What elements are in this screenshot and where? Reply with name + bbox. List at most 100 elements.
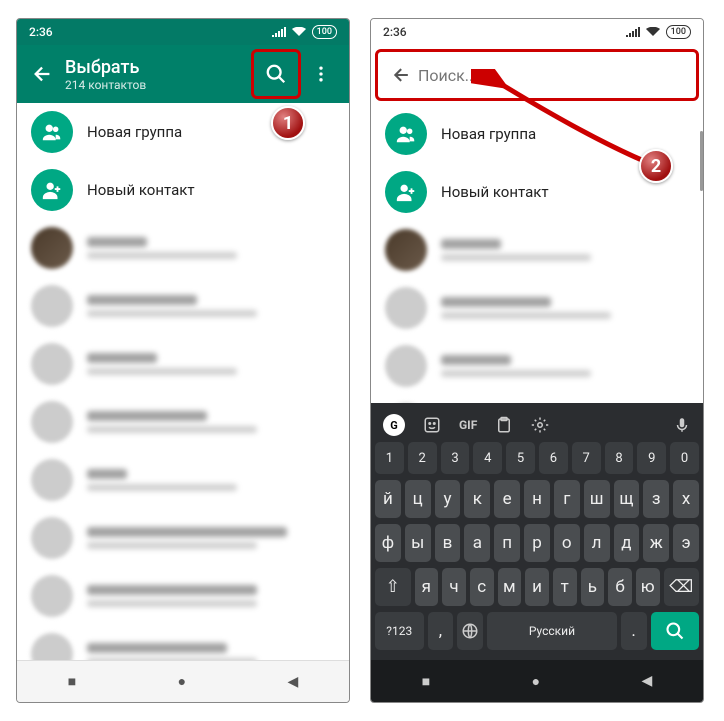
key-х[interactable]: х	[673, 480, 699, 518]
keyboard-row-1: йцукенгшщзх	[375, 480, 699, 518]
key-ж[interactable]: ж	[643, 524, 669, 562]
contact-row[interactable]	[371, 279, 703, 337]
contact-row[interactable]	[17, 335, 349, 393]
key-4[interactable]: 4	[473, 442, 502, 474]
key-п[interactable]: п	[494, 524, 520, 562]
contact-row[interactable]	[17, 277, 349, 335]
android-navbar: ■ ● ◀	[17, 660, 349, 702]
contact-row[interactable]	[17, 625, 349, 660]
contact-row[interactable]	[17, 567, 349, 625]
back-button[interactable]	[25, 56, 61, 92]
phone-screenshot-1: 2:36 100 Выбрать 214 контактов Нова	[16, 18, 350, 703]
nav-recent-icon[interactable]: ■	[68, 673, 76, 690]
key-т[interactable]: т	[553, 568, 577, 606]
new-contact-item[interactable]: Новый контакт	[17, 161, 349, 219]
contact-row[interactable]	[17, 451, 349, 509]
sticker-icon[interactable]	[423, 416, 441, 434]
back-button[interactable]	[386, 59, 418, 91]
status-bar: 2:36 100	[17, 19, 349, 45]
signal-icon	[626, 27, 640, 37]
key-ч[interactable]: ч	[442, 568, 466, 606]
key-ы[interactable]: ы	[405, 524, 431, 562]
clock: 2:36	[383, 25, 407, 39]
comma-key[interactable]: ,	[428, 612, 454, 650]
search-enter-key[interactable]	[651, 612, 700, 650]
nav-home-icon[interactable]: ●	[532, 673, 540, 690]
contact-row[interactable]	[371, 221, 703, 279]
key-о[interactable]: о	[554, 524, 580, 562]
group-icon	[385, 113, 427, 155]
status-icons: 100	[626, 25, 691, 39]
key-у[interactable]: у	[435, 480, 461, 518]
clipboard-icon[interactable]	[495, 416, 513, 434]
contact-row[interactable]	[371, 395, 703, 403]
key-ш[interactable]: ш	[584, 480, 610, 518]
contact-row[interactable]	[371, 337, 703, 395]
backspace-key[interactable]: ⌫	[664, 568, 700, 606]
key-г[interactable]: г	[554, 480, 580, 518]
key-9[interactable]: 9	[637, 442, 666, 474]
app-bar: Выбрать 214 контактов	[17, 45, 349, 103]
key-я[interactable]: я	[415, 568, 439, 606]
nav-recent-icon[interactable]: ■	[422, 673, 430, 690]
contact-list[interactable]: Новая группа Новый контакт	[17, 103, 349, 660]
key-1[interactable]: 1	[375, 442, 404, 474]
shift-key[interactable]: ⇧	[375, 568, 411, 606]
key-3[interactable]: 3	[441, 442, 470, 474]
contact-row[interactable]	[17, 219, 349, 277]
key-а[interactable]: а	[464, 524, 490, 562]
nav-home-icon[interactable]: ●	[178, 673, 186, 690]
key-э[interactable]: э	[673, 524, 699, 562]
key-н[interactable]: н	[524, 480, 550, 518]
key-5[interactable]: 5	[506, 442, 535, 474]
key-и[interactable]: и	[525, 568, 549, 606]
space-key[interactable]: Русский	[487, 612, 616, 650]
key-в[interactable]: в	[435, 524, 461, 562]
symbols-key[interactable]: ?123	[375, 612, 424, 650]
key-р[interactable]: р	[524, 524, 550, 562]
key-с[interactable]: с	[470, 568, 494, 606]
key-к[interactable]: к	[464, 480, 490, 518]
contact-row[interactable]	[17, 393, 349, 451]
nav-back-icon[interactable]: ◀	[641, 673, 652, 689]
key-л[interactable]: л	[584, 524, 610, 562]
language-key[interactable]	[457, 612, 483, 650]
google-icon[interactable]: G	[383, 414, 405, 436]
search-button[interactable]	[256, 54, 296, 94]
key-2[interactable]: 2	[408, 442, 437, 474]
period-key[interactable]: .	[621, 612, 647, 650]
key-ь[interactable]: ь	[581, 568, 605, 606]
key-й[interactable]: й	[375, 480, 401, 518]
status-icons: 100	[272, 25, 337, 39]
menu-button[interactable]	[301, 54, 341, 94]
gif-button[interactable]: GIF	[459, 418, 477, 432]
new-contact-label: Новый контакт	[87, 181, 195, 199]
key-ф[interactable]: ф	[375, 524, 401, 562]
key-ю[interactable]: ю	[636, 568, 660, 606]
phone-screenshot-2: 2:36 100 Новая группа Новый контакт	[370, 18, 704, 703]
android-navbar: ■ ● ◀	[371, 660, 703, 702]
add-contact-icon	[385, 171, 427, 213]
key-7[interactable]: 7	[572, 442, 601, 474]
keyboard[interactable]: G GIF 1234567890 йцукенгшщзх фывапролджэ…	[371, 403, 703, 660]
key-6[interactable]: 6	[539, 442, 568, 474]
wifi-icon	[292, 27, 306, 37]
key-б[interactable]: б	[608, 568, 632, 606]
battery-icon: 100	[312, 25, 337, 39]
key-д[interactable]: д	[614, 524, 640, 562]
key-з[interactable]: з	[643, 480, 669, 518]
page-title: Выбрать	[65, 57, 251, 78]
nav-back-icon[interactable]: ◀	[287, 674, 298, 690]
key-щ[interactable]: щ	[614, 480, 640, 518]
key-8[interactable]: 8	[605, 442, 634, 474]
key-е[interactable]: е	[494, 480, 520, 518]
key-м[interactable]: м	[498, 568, 522, 606]
mic-icon[interactable]	[673, 416, 691, 434]
key-0[interactable]: 0	[670, 442, 699, 474]
clock: 2:36	[29, 25, 53, 39]
add-contact-icon	[31, 169, 73, 211]
contact-row[interactable]	[17, 509, 349, 567]
key-ц[interactable]: ц	[405, 480, 431, 518]
settings-icon[interactable]	[531, 416, 549, 434]
keyboard-row-bottom: ?123 , Русский .	[375, 612, 699, 650]
